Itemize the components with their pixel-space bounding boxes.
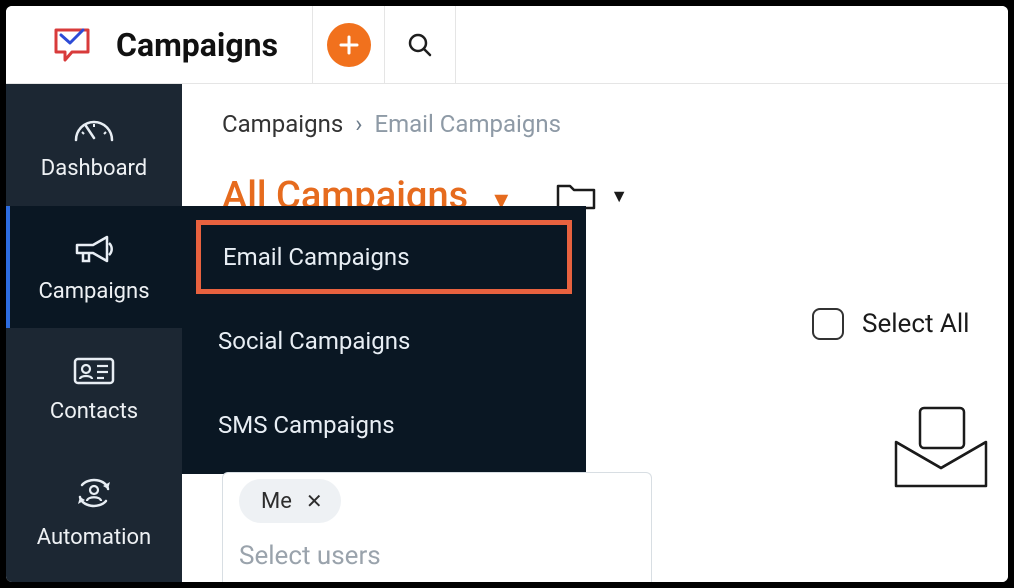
search-icon xyxy=(406,31,434,59)
select-users-input[interactable]: Select users xyxy=(239,541,635,571)
sidebar-item-label: Contacts xyxy=(50,399,138,424)
sidebar: Dashboard Campaigns xyxy=(6,84,182,582)
sidebar-item-label: Automation xyxy=(37,525,151,550)
top-actions xyxy=(312,6,456,83)
sidebar-item-label: Dashboard xyxy=(41,156,147,181)
sidebar-item-label: Campaigns xyxy=(38,279,149,304)
brand: Campaigns xyxy=(6,6,278,83)
select-all-label[interactable]: Select All xyxy=(862,309,970,339)
breadcrumb-item[interactable]: Email Campaigns xyxy=(374,110,561,138)
select-all-row: Select All xyxy=(812,308,970,340)
user-chip[interactable]: Me ✕ xyxy=(239,479,341,523)
submenu-item-sms-campaigns[interactable]: SMS Campaigns xyxy=(196,388,572,462)
breadcrumb-item[interactable]: Campaigns xyxy=(222,110,343,138)
breadcrumb: Campaigns › Email Campaigns xyxy=(222,110,974,138)
submenu-item-label: SMS Campaigns xyxy=(218,411,395,439)
add-button[interactable] xyxy=(312,6,384,83)
sidebar-item-campaigns[interactable]: Campaigns xyxy=(6,206,182,328)
app-title: Campaigns xyxy=(116,26,278,64)
megaphone-icon xyxy=(71,231,117,267)
id-card-icon xyxy=(72,355,116,387)
submenu-item-social-campaigns[interactable]: Social Campaigns xyxy=(196,304,572,378)
submenu-item-label: Social Campaigns xyxy=(218,327,410,355)
envelope-icon xyxy=(886,402,996,492)
sidebar-item-contacts[interactable]: Contacts xyxy=(6,328,182,450)
chip-label: Me xyxy=(261,489,292,514)
sidebar-item-automation[interactable]: Automation xyxy=(6,450,182,572)
chevron-right-icon: › xyxy=(355,110,362,138)
search-button[interactable] xyxy=(384,6,456,83)
campaigns-submenu: Email Campaigns Social Campaigns SMS Cam… xyxy=(182,206,586,474)
submenu-item-label: Email Campaigns xyxy=(223,243,410,271)
caret-down-icon: ▼ xyxy=(610,186,628,207)
submenu-item-email-campaigns[interactable]: Email Campaigns xyxy=(196,220,572,294)
brand-logo-icon xyxy=(48,24,100,66)
topbar: Campaigns xyxy=(6,6,1008,84)
plus-icon xyxy=(327,23,371,67)
app-frame: Campaigns xyxy=(6,6,1008,582)
automation-icon xyxy=(72,473,116,513)
gauge-icon xyxy=(72,110,116,144)
close-icon[interactable]: ✕ xyxy=(306,489,323,513)
users-card: Me ✕ Select users xyxy=(222,472,652,582)
select-all-checkbox[interactable] xyxy=(812,308,844,340)
sidebar-item-dashboard[interactable]: Dashboard xyxy=(6,84,182,206)
